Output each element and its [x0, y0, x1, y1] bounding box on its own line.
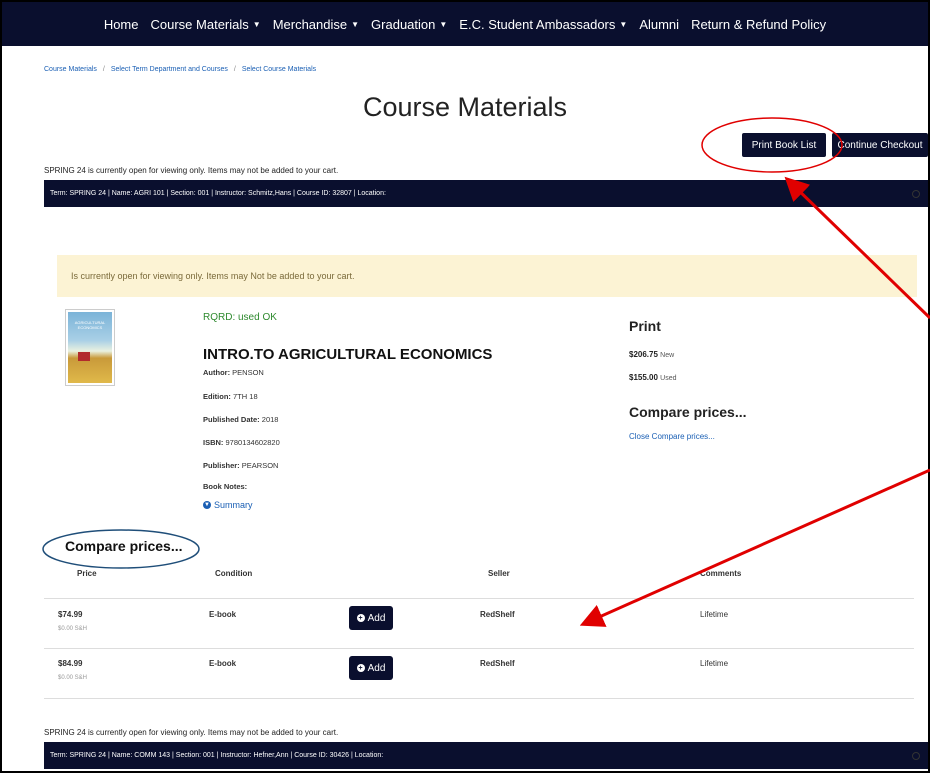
nav-home[interactable]: Home: [104, 17, 139, 32]
row-divider: [44, 648, 914, 649]
nav-course-materials[interactable]: Course Materials ▼: [151, 17, 261, 32]
nav-merchandise[interactable]: Merchandise ▼: [273, 17, 359, 32]
column-header-seller: Seller: [488, 569, 510, 578]
row1-add-button[interactable]: + Add: [349, 606, 393, 630]
book-notes: Book Notes:: [203, 482, 248, 491]
print-heading: Print: [629, 318, 661, 334]
breadcrumb-link-select-materials[interactable]: Select Course Materials: [242, 66, 316, 73]
barn-shape: [78, 352, 90, 361]
summary-toggle[interactable]: ▼ Summary: [203, 500, 253, 510]
term-bar-comm143[interactable]: Term: SPRING 24 | Name: COMM 143 | Secti…: [44, 742, 928, 769]
column-header-price: Price: [77, 569, 97, 578]
requirement-status: RQRD: used OK: [203, 312, 277, 323]
row2-condition: E-book: [209, 659, 237, 668]
row2-shipping: $0.00 S&H: [58, 675, 88, 681]
row1-condition: E-book: [209, 610, 237, 619]
row2-seller: RedShelf: [480, 659, 515, 668]
compare-prices-heading: Compare prices...: [65, 538, 183, 554]
continue-checkout-button[interactable]: Continue Checkout: [832, 133, 928, 157]
breadcrumb: Course Materials / Select Term Departmen…: [44, 66, 316, 73]
expand-icon[interactable]: [912, 189, 920, 198]
breadcrumb-separator: /: [233, 66, 236, 73]
print-book-list-button[interactable]: Print Book List: [742, 133, 826, 157]
used-price: $155.00 Used: [629, 373, 677, 382]
nav-alumni[interactable]: Alumni: [639, 17, 679, 32]
row-divider: [44, 598, 914, 599]
row2-price: $84.99: [58, 659, 83, 668]
viewing-only-alert: Is currently open for viewing only. Item…: [57, 255, 917, 297]
top-navigation: Home Course Materials ▼ Merchandise ▼ Grad…: [2, 2, 928, 46]
term-bar-text: Term: SPRING 24 | Name: COMM 143 | Secti…: [50, 752, 384, 759]
breadcrumb-link-course-materials[interactable]: Course Materials: [44, 66, 97, 73]
chevron-down-circle-icon: ▼: [203, 501, 211, 509]
breadcrumb-separator: /: [102, 66, 105, 73]
cover-title-text: AGRICULTURAL ECONOMICS: [74, 320, 106, 330]
row2-add-button[interactable]: + Add: [349, 656, 393, 680]
row1-shipping: $0.00 S&H: [58, 626, 88, 632]
column-header-comments: Comments: [700, 569, 742, 578]
row2-comments: Lifetime: [700, 659, 729, 668]
caret-down-icon: ▼: [439, 19, 448, 29]
book-publisher: Publisher: PEARSON: [203, 461, 279, 470]
close-compare-prices-link[interactable]: Close Compare prices...: [629, 432, 715, 441]
nav-student-ambassadors[interactable]: E.C. Student Ambassadors ▼: [459, 17, 627, 32]
row1-price: $74.99: [58, 610, 83, 619]
plus-circle-icon: +: [356, 614, 365, 622]
new-price: $206.75 New: [629, 350, 675, 359]
row-divider: [44, 698, 914, 699]
nav-graduation[interactable]: Graduation ▼: [371, 17, 447, 32]
compare-prices-heading-right: Compare prices...: [629, 404, 747, 420]
book-author: Author: PENSON: [203, 368, 264, 377]
viewing-only-notice: SPRING 24 is currently open for viewing …: [44, 166, 339, 175]
page-title: Course Materials: [362, 92, 568, 122]
caret-down-icon: ▼: [619, 19, 628, 29]
nav-return-refund[interactable]: Return & Refund Policy: [691, 17, 826, 32]
breadcrumb-link-select-term[interactable]: Select Term Department and Courses: [111, 66, 228, 73]
plus-circle-icon: +: [356, 664, 365, 672]
book-title: INTRO.TO AGRICULTURAL ECONOMICS: [203, 346, 493, 363]
caret-down-icon: ▼: [252, 19, 261, 29]
caret-down-icon: ▼: [351, 19, 360, 29]
expand-icon[interactable]: [912, 751, 920, 760]
book-edition: Edition: 7TH 18: [203, 392, 258, 401]
column-header-condition: Condition: [215, 569, 253, 578]
viewing-only-notice-2: SPRING 24 is currently open for viewing …: [44, 728, 339, 737]
term-bar-text: Term: SPRING 24 | Name: AGRI 101 | Secti…: [50, 190, 386, 197]
term-bar-agri101[interactable]: Term: SPRING 24 | Name: AGRI 101 | Secti…: [44, 180, 928, 207]
book-isbn: ISBN: 9780134602820: [203, 438, 280, 447]
row1-seller: RedShelf: [480, 610, 515, 619]
cover-illustration: AGRICULTURAL ECONOMICS: [68, 312, 112, 383]
book-cover-image: AGRICULTURAL ECONOMICS: [65, 309, 115, 386]
row1-comments: Lifetime: [700, 610, 729, 619]
book-published-date: Published Date: 2018: [203, 415, 279, 424]
